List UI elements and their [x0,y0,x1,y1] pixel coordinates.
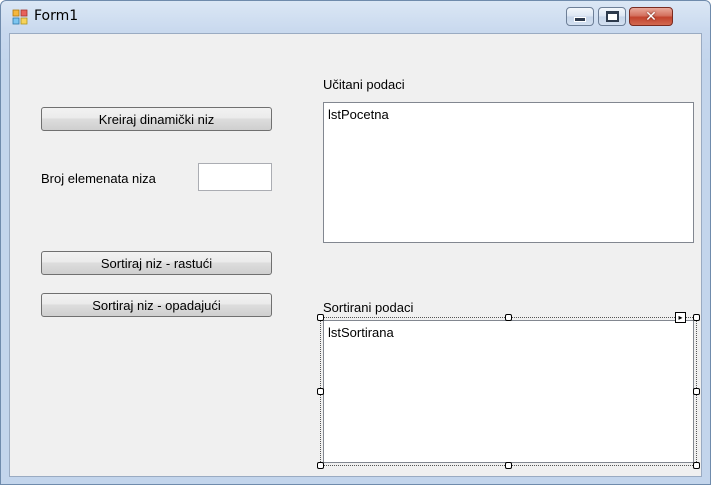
form-client-area: Kreiraj dinamički niz Broj elemenata niz… [9,33,702,477]
create-array-button[interactable]: Kreiraj dinamički niz [41,107,272,131]
window-title: Form1 [34,8,79,24]
form-icon [12,9,28,25]
resize-handle-right[interactable] [693,388,700,395]
resize-handle-left[interactable] [317,388,324,395]
resize-handle-bottom-right[interactable] [693,462,700,469]
close-button[interactable]: ✕ [629,7,673,26]
listbox-name: lstPocetna [328,107,389,122]
resize-handle-top-right[interactable] [693,314,700,321]
sorted-data-label: Sortirani podaci [323,300,414,315]
sort-descending-button[interactable]: Sortiraj niz - opadajući [41,293,272,317]
title-bar[interactable]: Form1 ✕ [1,1,710,33]
array-size-label: Broj elemenata niza [41,171,156,186]
resize-handle-top[interactable] [505,314,512,321]
array-size-input[interactable] [198,163,272,191]
resize-handle-top-left[interactable] [317,314,324,321]
maximize-button[interactable] [598,7,626,26]
resize-handle-bottom-left[interactable] [317,462,324,469]
loaded-data-label: Učitani podaci [323,77,405,92]
form-window: Form1 ✕ Kreiraj dinamički niz Broj eleme… [0,0,711,485]
smart-tag-arrow-icon[interactable]: ▸ [675,312,686,323]
sort-ascending-button[interactable]: Sortiraj niz - rastući [41,251,272,275]
sorted-data-listbox[interactable]: lstSortirana [323,320,694,463]
minimize-icon [574,17,586,22]
close-icon: ✕ [645,8,657,25]
minimize-button[interactable] [566,7,594,26]
resize-handle-bottom[interactable] [505,462,512,469]
listbox-name: lstSortirana [328,325,394,340]
maximize-icon [605,11,619,22]
loaded-data-listbox[interactable]: lstPocetna [323,102,694,243]
